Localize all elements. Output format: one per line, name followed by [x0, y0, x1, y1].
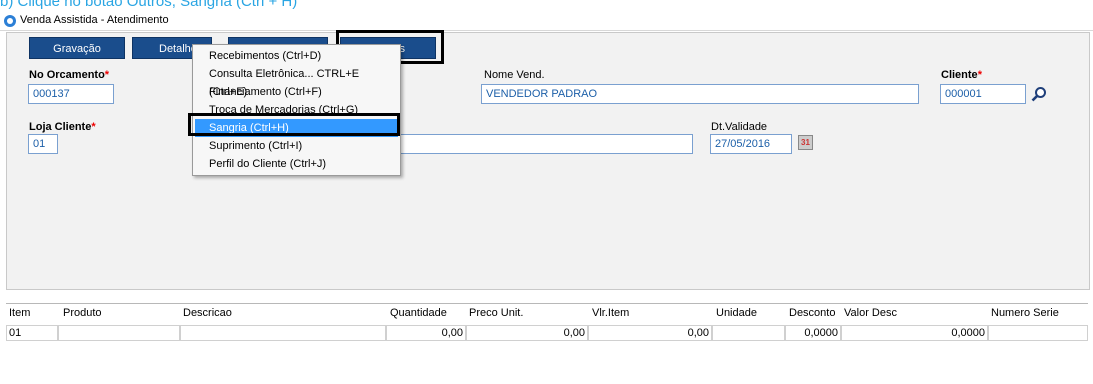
no-orcamento-label: No Orcamento*	[29, 69, 110, 81]
menu-item-financiamento[interactable]: Financiamento (Ctrl+F)	[195, 83, 398, 101]
cliente-field[interactable]: 000001	[940, 84, 1026, 104]
app-icon	[4, 15, 16, 27]
column-header-unidade[interactable]: Unidade	[716, 307, 757, 319]
form-panel	[6, 32, 1090, 290]
column-header-item[interactable]: Item	[9, 307, 30, 319]
sangria-highlight-box	[188, 113, 400, 136]
table-cell-descricao[interactable]	[180, 325, 386, 341]
column-header-produto[interactable]: Produto	[63, 307, 102, 319]
items-grid	[6, 303, 1088, 384]
cliente-label: Cliente*	[941, 69, 982, 81]
column-header-descricao[interactable]: Descricao	[183, 307, 232, 319]
cliente-name-field[interactable]	[395, 134, 693, 154]
column-header-preco-unit[interactable]: Preco Unit.	[469, 307, 523, 319]
menu-item-consulta-eletronica[interactable]: Consulta Eletrônica... CTRL+E (Ctrl+E)	[195, 65, 398, 98]
menu-item-perfil-cliente[interactable]: Perfil do Cliente (Ctrl+J)	[195, 155, 398, 173]
menu-item-recebimentos[interactable]: Recebimentos (Ctrl+D)	[195, 47, 398, 65]
search-icon[interactable]	[1031, 86, 1047, 102]
column-header-quantidade[interactable]: Quantidade	[390, 307, 447, 319]
table-cell-quantidade[interactable]: 0,00	[386, 325, 466, 341]
outros-dropdown-menu: Recebimentos (Ctrl+D) Consulta Eletrônic…	[192, 44, 401, 176]
table-cell-valor-desc[interactable]: 0,0000	[841, 325, 988, 341]
gravacao-button[interactable]: Gravação	[29, 37, 125, 59]
table-cell-item[interactable]: 01	[6, 325, 58, 341]
calendar-icon[interactable]: 31	[798, 135, 813, 150]
table-cell-desconto[interactable]: 0,0000	[785, 325, 841, 341]
dt-validade-label: Dt.Validade	[711, 121, 768, 133]
menu-item-suprimento[interactable]: Suprimento (Ctrl+I)	[195, 137, 398, 155]
column-header-desconto[interactable]: Desconto	[789, 307, 835, 319]
no-orcamento-field[interactable]: 000137	[28, 84, 114, 104]
instruction-caption: b) Clique no botão Outros, Sangria (Ctrl…	[0, 0, 298, 10]
table-cell-numero-serie[interactable]	[988, 325, 1088, 341]
table-cell-preco-unit[interactable]: 0,00	[466, 325, 588, 341]
nome-vend-label: Nome Vend.	[484, 69, 545, 81]
column-header-numero-serie[interactable]: Numero Serie	[991, 307, 1059, 319]
dt-validade-field[interactable]: 27/05/2016	[710, 134, 792, 154]
window-titlebar: Venda Assistida - Atendimento	[0, 12, 1093, 31]
nome-vend-field[interactable]: VENDEDOR PADRAO	[481, 84, 919, 104]
column-header-valor-desc[interactable]: Valor Desc	[844, 307, 897, 319]
window-title: Venda Assistida - Atendimento	[20, 14, 169, 26]
table-cell-vlr-item[interactable]: 0,00	[588, 325, 712, 341]
column-header-vlr-item[interactable]: Vlr.Item	[592, 307, 629, 319]
loja-cliente-field[interactable]: 01	[28, 134, 58, 154]
loja-cliente-label: Loja Cliente*	[29, 121, 96, 133]
table-cell-unidade[interactable]	[712, 325, 785, 341]
table-cell-produto[interactable]	[58, 325, 180, 341]
